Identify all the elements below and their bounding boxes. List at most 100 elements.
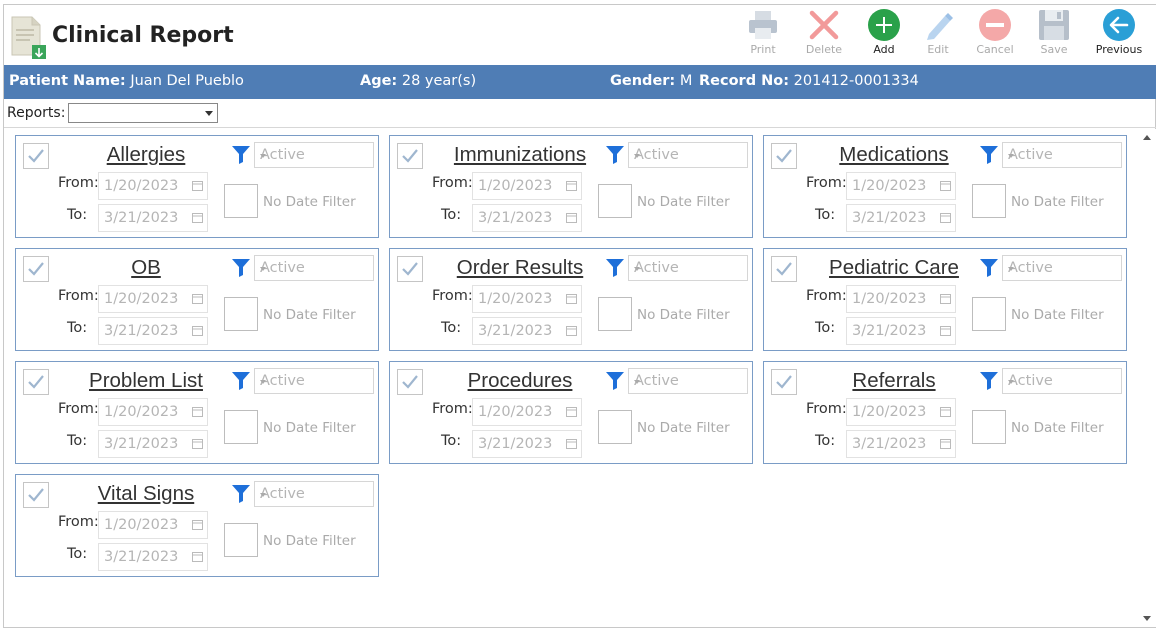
to-date-picker[interactable]: 3/21/2023 (472, 204, 582, 232)
calendar-icon[interactable] (566, 325, 577, 336)
from-date-picker[interactable]: 1/20/2023 (846, 398, 956, 426)
calendar-icon[interactable] (940, 438, 951, 449)
add-button[interactable]: Add (856, 8, 912, 64)
from-date-picker[interactable]: 1/20/2023 (98, 172, 208, 200)
to-date-picker[interactable]: 3/21/2023 (472, 317, 582, 345)
to-date-picker[interactable]: 3/21/2023 (98, 204, 208, 232)
status-dropdown[interactable]: Active (254, 142, 374, 168)
no-date-filter-checkbox[interactable] (598, 184, 632, 218)
filter-funnel-icon[interactable] (604, 369, 626, 391)
report-title[interactable]: Referrals (804, 369, 984, 393)
to-date-picker[interactable]: 3/21/2023 (846, 430, 956, 458)
report-title[interactable]: Procedures (430, 369, 610, 393)
delete-button[interactable]: Delete (796, 8, 852, 64)
scroll-up-icon[interactable] (1143, 135, 1151, 140)
no-date-filter-checkbox[interactable] (598, 410, 632, 444)
calendar-icon[interactable] (192, 519, 203, 530)
report-title[interactable]: Medications (804, 143, 984, 167)
calendar-icon[interactable] (940, 325, 951, 336)
status-dropdown[interactable]: Active (1002, 255, 1122, 281)
no-date-filter-checkbox[interactable] (972, 184, 1006, 218)
calendar-icon[interactable] (566, 180, 577, 191)
from-date-picker[interactable]: 1/20/2023 (98, 285, 208, 313)
include-checkbox[interactable] (771, 256, 797, 282)
from-date-picker[interactable]: 1/20/2023 (472, 172, 582, 200)
status-dropdown[interactable]: Active (628, 255, 748, 281)
include-checkbox[interactable] (23, 482, 49, 508)
save-button[interactable]: Save (1026, 8, 1082, 64)
calendar-icon[interactable] (192, 293, 203, 304)
include-checkbox[interactable] (23, 369, 49, 395)
calendar-icon[interactable] (566, 293, 577, 304)
print-button[interactable]: Print (735, 8, 791, 64)
no-date-filter-checkbox[interactable] (224, 410, 258, 444)
from-date-picker[interactable]: 1/20/2023 (472, 285, 582, 313)
include-checkbox[interactable] (397, 256, 423, 282)
scroll-down-icon[interactable] (1143, 616, 1151, 621)
previous-button[interactable]: Previous (1091, 8, 1147, 64)
calendar-icon[interactable] (940, 293, 951, 304)
calendar-icon[interactable] (192, 325, 203, 336)
filter-funnel-icon[interactable] (978, 369, 1000, 391)
filter-funnel-icon[interactable] (978, 143, 1000, 165)
status-dropdown[interactable]: Active (1002, 368, 1122, 394)
include-checkbox[interactable] (23, 143, 49, 169)
calendar-icon[interactable] (566, 438, 577, 449)
filter-funnel-icon[interactable] (230, 256, 252, 278)
to-date-picker[interactable]: 3/21/2023 (98, 317, 208, 345)
no-date-filter-checkbox[interactable] (598, 297, 632, 331)
include-checkbox[interactable] (23, 256, 49, 282)
no-date-filter-checkbox[interactable] (972, 297, 1006, 331)
report-title[interactable]: OB (56, 256, 236, 280)
from-date-picker[interactable]: 1/20/2023 (98, 398, 208, 426)
no-date-filter-checkbox[interactable] (224, 297, 258, 331)
calendar-icon[interactable] (192, 438, 203, 449)
report-title[interactable]: Pediatric Care (804, 256, 984, 280)
from-date-picker[interactable]: 1/20/2023 (846, 285, 956, 313)
calendar-icon[interactable] (192, 551, 203, 562)
report-title[interactable]: Problem List (56, 369, 236, 393)
edit-button[interactable]: Edit (910, 8, 966, 64)
status-dropdown[interactable]: Active (628, 142, 748, 168)
no-date-filter-checkbox[interactable] (224, 184, 258, 218)
filter-funnel-icon[interactable] (978, 256, 1000, 278)
filter-funnel-icon[interactable] (604, 143, 626, 165)
to-date-picker[interactable]: 3/21/2023 (846, 204, 956, 232)
filter-funnel-icon[interactable] (230, 482, 252, 504)
calendar-icon[interactable] (940, 180, 951, 191)
cancel-button[interactable]: Cancel (967, 8, 1023, 64)
from-date-picker[interactable]: 1/20/2023 (472, 398, 582, 426)
status-dropdown[interactable]: Active (254, 255, 374, 281)
calendar-icon[interactable] (192, 406, 203, 417)
calendar-icon[interactable] (192, 212, 203, 223)
calendar-icon[interactable] (192, 180, 203, 191)
no-date-filter-checkbox[interactable] (224, 523, 258, 557)
filter-funnel-icon[interactable] (230, 143, 252, 165)
status-dropdown[interactable]: Active (254, 368, 374, 394)
to-date-picker[interactable]: 3/21/2023 (98, 430, 208, 458)
from-date-picker[interactable]: 1/20/2023 (98, 511, 208, 539)
vertical-scrollbar[interactable] (1139, 129, 1156, 627)
calendar-icon[interactable] (940, 212, 951, 223)
calendar-icon[interactable] (566, 212, 577, 223)
calendar-icon[interactable] (940, 406, 951, 417)
calendar-icon[interactable] (566, 406, 577, 417)
status-dropdown[interactable]: Active (628, 368, 748, 394)
no-date-filter-checkbox[interactable] (972, 410, 1006, 444)
reports-select[interactable] (68, 103, 218, 123)
include-checkbox[interactable] (771, 143, 797, 169)
filter-funnel-icon[interactable] (230, 369, 252, 391)
to-date-picker[interactable]: 3/21/2023 (472, 430, 582, 458)
filter-funnel-icon[interactable] (604, 256, 626, 278)
to-date-picker[interactable]: 3/21/2023 (98, 543, 208, 571)
to-date-picker[interactable]: 3/21/2023 (846, 317, 956, 345)
status-dropdown[interactable]: Active (1002, 142, 1122, 168)
report-title[interactable]: Immunizations (430, 143, 610, 167)
report-title[interactable]: Order Results (430, 256, 610, 280)
include-checkbox[interactable] (397, 143, 423, 169)
from-date-picker[interactable]: 1/20/2023 (846, 172, 956, 200)
report-title[interactable]: Vital Signs (56, 482, 236, 506)
report-title[interactable]: Allergies (56, 143, 236, 167)
include-checkbox[interactable] (771, 369, 797, 395)
status-dropdown[interactable]: Active (254, 481, 374, 507)
